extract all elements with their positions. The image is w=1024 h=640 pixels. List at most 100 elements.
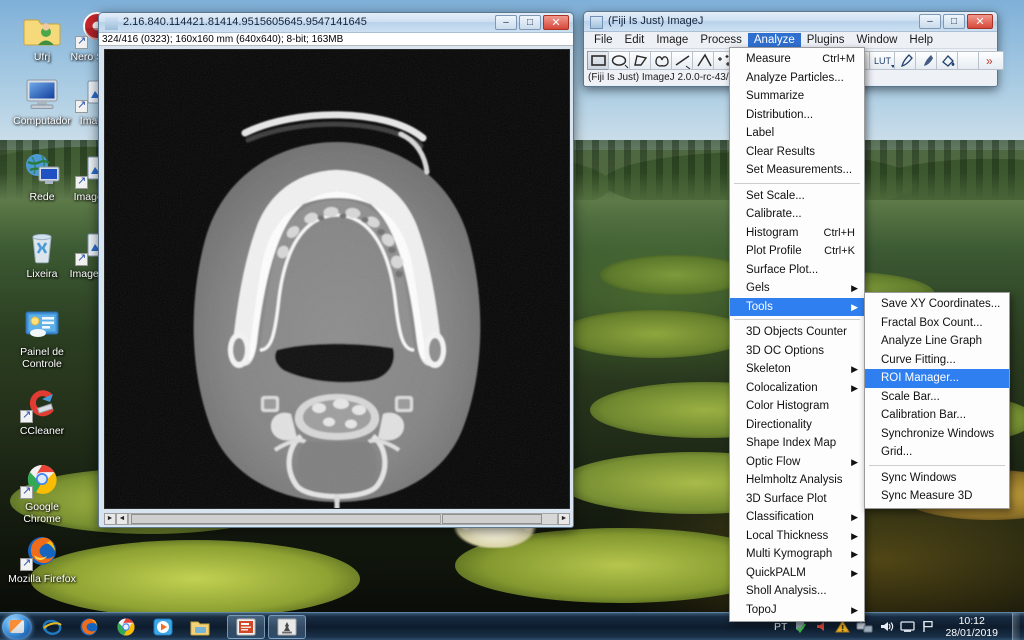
menu-item-classification[interactable]: Classification ▶ [730, 508, 864, 527]
minimize-button[interactable]: – [495, 15, 517, 30]
menu-item-sync-measure-3d[interactable]: Sync Measure 3D [865, 487, 1009, 506]
angle-tool-icon[interactable] [692, 50, 714, 70]
menu-item-measure[interactable]: Measure Ctrl+M [730, 50, 864, 69]
menu-analyze[interactable]: Analyze [747, 33, 801, 47]
menu-item-save-xy-coordinates[interactable]: Save XY Coordinates... [865, 295, 1009, 314]
menu-item-3d-surface-plot[interactable]: 3D Surface Plot [730, 490, 864, 509]
menu-item-local-thickness[interactable]: Local Thickness ▶ [730, 527, 864, 546]
menu-item-shape-index-map[interactable]: Shape Index Map [730, 434, 864, 453]
minimize-button[interactable]: – [919, 14, 941, 29]
menu-item-fractal-box-count[interactable]: Fractal Box Count... [865, 314, 1009, 333]
menu-item-set-measurements[interactable]: Set Measurements... [730, 161, 864, 180]
image-scrollbars[interactable]: ► ◄ ► [104, 513, 570, 525]
freehand-tool-icon[interactable] [650, 50, 672, 70]
polygon-tool-icon[interactable] [629, 50, 651, 70]
menu-edit[interactable]: Edit [619, 33, 651, 47]
menu-item-colocalization[interactable]: Colocalization ▶ [730, 379, 864, 398]
taskbar-internet-explorer[interactable] [35, 615, 69, 639]
menu-item-helmholtz-analysis[interactable]: Helmholtz Analysis [730, 471, 864, 490]
menu-window[interactable]: Window [851, 33, 904, 47]
close-button[interactable]: ✕ [967, 14, 993, 29]
maximize-button[interactable]: □ [519, 15, 541, 30]
menu-item-directionality[interactable]: Directionality [730, 416, 864, 435]
menu-item-analyze-line-graph[interactable]: Analyze Line Graph [865, 332, 1009, 351]
speaker-icon[interactable] [879, 619, 894, 634]
taskbar-clock[interactable]: 10:12 28/01/2019 [941, 615, 1002, 639]
rectangle-tool-icon[interactable] [587, 50, 609, 70]
start-button[interactable] [2, 613, 32, 640]
menu-item-3d-oc-options[interactable]: 3D OC Options [730, 342, 864, 361]
taskbar-explorer[interactable] [183, 615, 217, 639]
brush-tool-icon[interactable] [915, 50, 937, 70]
secondary-scrollbar-thumb[interactable] [442, 514, 542, 524]
oval-tool-icon[interactable] [608, 50, 630, 70]
image-canvas[interactable] [104, 49, 570, 509]
desktop-icon-google-chrome[interactable]: Google Chrome [5, 458, 79, 525]
menu-process[interactable]: Process [694, 33, 748, 47]
menu-image[interactable]: Image [650, 33, 694, 47]
line-tool-icon[interactable] [671, 50, 693, 70]
desktop-icon-mozilla-firefox[interactable]: Mozilla Firefox [5, 530, 79, 586]
scroll-left-button[interactable]: ◄ [116, 513, 128, 525]
menu-item-optic-flow[interactable]: Optic Flow ▶ [730, 453, 864, 472]
menu-item-topoj[interactable]: TopoJ ▶ [730, 601, 864, 620]
tools-submenu[interactable]: Save XY Coordinates... Fractal Box Count… [864, 292, 1010, 509]
menu-item-roi-manager[interactable]: ROI Manager... [865, 369, 1009, 388]
menu-item-calibration-bar[interactable]: Calibration Bar... [865, 406, 1009, 425]
taskbar-window-imagej[interactable] [268, 614, 306, 639]
menu-item-calibrate[interactable]: Calibrate... [730, 205, 864, 224]
imagej-toolbar-right[interactable]: LUT » [856, 49, 1004, 71]
menu-item-scale-bar[interactable]: Scale Bar... [865, 388, 1009, 407]
menu-item-plot-profile[interactable]: Plot Profile Ctrl+K [730, 242, 864, 261]
play-button[interactable]: ► [104, 513, 116, 525]
desktop-icon-ccleaner[interactable]: CCleaner [5, 382, 79, 438]
desktop-icon-painel-de-controle[interactable]: Painel de Controle [5, 303, 79, 370]
image-window[interactable]: 2.16.840.114421.81414.9515605645.9547141… [98, 12, 574, 528]
monitor-icon[interactable] [900, 619, 916, 634]
analyze-menu[interactable]: Measure Ctrl+M Analyze Particles... Summ… [729, 47, 865, 622]
menu-help[interactable]: Help [903, 33, 939, 47]
taskbar-media-player[interactable] [146, 615, 180, 639]
flag-icon[interactable] [921, 619, 935, 634]
menu-item-tools[interactable]: Tools ▶ [730, 297, 864, 316]
menu-item-grid[interactable]: Grid... [865, 443, 1009, 462]
scroll-right-button[interactable]: ► [558, 513, 570, 525]
maximize-button[interactable]: □ [943, 14, 965, 29]
image-window-titlebar[interactable]: 2.16.840.114421.81414.9515605645.9547141… [99, 13, 573, 33]
menu-item-clear-results[interactable]: Clear Results [730, 143, 864, 162]
slice-scrollbar-track[interactable] [128, 513, 461, 525]
menu-item-analyze-particles[interactable]: Analyze Particles... [730, 69, 864, 88]
menu-item-sholl-analysis[interactable]: Sholl Analysis... [730, 582, 864, 601]
pencil-tool-icon[interactable] [894, 50, 916, 70]
menu-item-multi-kymograph[interactable]: Multi Kymograph ▶ [730, 545, 864, 564]
menu-item-quickpalm[interactable]: QuickPALM ▶ [730, 564, 864, 583]
menu-item-distribution[interactable]: Distribution... [730, 106, 864, 125]
taskbar-window-powerpoint[interactable] [227, 614, 265, 639]
imagej-titlebar[interactable]: (Fiji Is Just) ImageJ – □ ✕ [584, 12, 997, 32]
menu-item-histogram[interactable]: Histogram Ctrl+H [730, 224, 864, 243]
close-button[interactable]: ✕ [543, 15, 569, 30]
menu-file[interactable]: File [588, 33, 619, 47]
image-window-buttons[interactable]: – □ ✕ [495, 15, 569, 30]
menu-item-color-histogram[interactable]: Color Histogram [730, 397, 864, 416]
imagej-window-buttons[interactable]: – □ ✕ [919, 14, 993, 29]
taskbar-firefox[interactable] [72, 615, 106, 639]
secondary-scrollbar-track[interactable] [440, 513, 558, 525]
lut-tool-icon[interactable]: LUT [869, 50, 895, 70]
menu-item-sync-windows[interactable]: Sync Windows [865, 469, 1009, 488]
menu-item-curve-fitting[interactable]: Curve Fitting... [865, 351, 1009, 370]
fill-tool-icon[interactable] [936, 50, 958, 70]
taskbar-chrome[interactable] [109, 615, 143, 639]
slice-scrollbar-thumb[interactable] [131, 514, 461, 524]
menu-item-summarize[interactable]: Summarize [730, 87, 864, 106]
menu-item-3d-objects-counter[interactable]: 3D Objects Counter [730, 323, 864, 342]
menu-item-surface-plot[interactable]: Surface Plot... [730, 261, 864, 280]
show-desktop-button[interactable] [1012, 612, 1020, 640]
menu-item-skeleton[interactable]: Skeleton ▶ [730, 360, 864, 379]
tray-language-indicator[interactable]: PT [774, 621, 787, 633]
menu-plugins[interactable]: Plugins [801, 33, 851, 47]
menu-item-set-scale[interactable]: Set Scale... [730, 187, 864, 206]
more-tools-button[interactable]: » [978, 50, 1004, 70]
menu-item-synchronize-windows[interactable]: Synchronize Windows [865, 425, 1009, 444]
menu-item-label[interactable]: Label [730, 124, 864, 143]
